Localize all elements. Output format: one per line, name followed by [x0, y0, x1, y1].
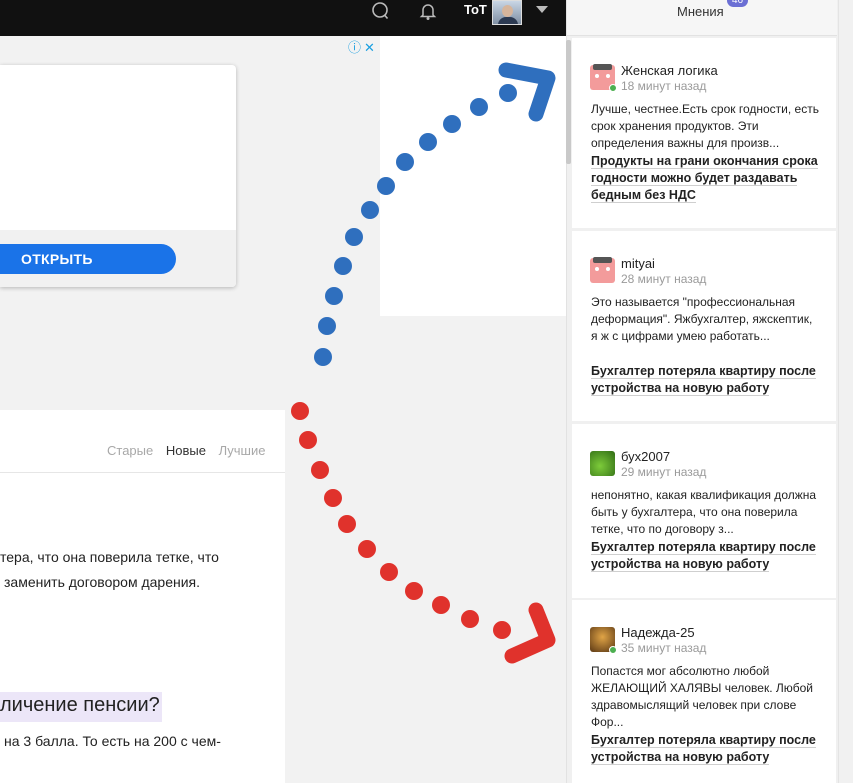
scrollbar-thumb[interactable] [566, 40, 571, 164]
article-link[interactable]: Бухгалтер потеряла квартиру после устрой… [591, 539, 826, 573]
article-link-label[interactable]: Бухгалтер потеряла квартиру после устрой… [591, 364, 816, 396]
red-dotted-arrow [291, 402, 556, 664]
comment-text-line: на 3 балла. То есть на 200 с чем- [4, 733, 221, 749]
author-name[interactable]: Надежда-25 [621, 625, 695, 640]
opinion-card[interactable]: бух2007 29 минут назад непонятно, какая … [572, 424, 836, 598]
bell-icon[interactable] [418, 1, 438, 21]
article-link-label[interactable]: Бухгалтер потеряла квартиру после устрой… [591, 733, 816, 765]
opinion-text[interactable]: Попастся мог абсолютно любой ЖЕЛАЮЩИЙ ХА… [591, 663, 821, 731]
divider [0, 472, 285, 473]
author-name[interactable]: Женская логика [621, 63, 718, 78]
opinion-card[interactable]: mityai 28 минут назад Это называется "пр… [572, 231, 836, 421]
opinion-card[interactable]: Женская логика 18 минут назад Лучше, чес… [572, 38, 836, 228]
avatar[interactable] [590, 451, 615, 476]
comment-text-line: тера, что она поверила тетке, что [0, 549, 219, 565]
opinion-text[interactable]: Это называется "профессиональная деформа… [591, 294, 821, 345]
opinion-card[interactable]: Надежда-25 35 минут назад Попастся мог а… [572, 600, 836, 783]
article-link-label[interactable]: Продукты на грани окончания срока годнос… [591, 154, 818, 203]
comment-text-line: заменить договором дарения. [4, 574, 201, 590]
sidebar-header: Мнения 46 [567, 0, 837, 36]
online-status-icon [609, 646, 617, 654]
ad-card[interactable]: ОТКРЫТЬ [0, 65, 236, 287]
open-button[interactable]: ОТКРЫТЬ [0, 244, 176, 274]
author-name[interactable]: mityai [621, 256, 655, 271]
tab-newest[interactable]: Новые [166, 443, 206, 458]
article-link-label[interactable]: Бухгалтер потеряла квартиру после устрой… [591, 540, 816, 572]
tab-oldest[interactable]: Старые [107, 443, 153, 458]
online-status-icon [609, 84, 617, 92]
sort-tabs: Старые Новые Лучшие [107, 443, 274, 458]
top-bar: ToT [0, 0, 566, 36]
page-scrollbar[interactable] [838, 0, 853, 783]
chat-icon[interactable] [370, 1, 390, 21]
highlighted-heading[interactable]: личение пенсии? [0, 692, 162, 722]
article-link[interactable]: Бухгалтер потеряла квартиру после устрой… [591, 363, 826, 397]
ad-banner [380, 36, 566, 316]
username[interactable]: ToT [464, 2, 487, 17]
user-avatar[interactable] [492, 0, 522, 25]
opinion-text[interactable]: Лучше, честнее.Есть срок годности, есть … [591, 101, 821, 152]
tab-best[interactable]: Лучшие [219, 443, 266, 458]
chevron-down-icon[interactable] [536, 6, 548, 13]
timestamp: 18 минут назад [621, 79, 707, 93]
article-link[interactable]: Бухгалтер потеряла квартиру после устрой… [591, 732, 826, 766]
ad-choices-icon[interactable]: ⓘ✕ [348, 37, 378, 56]
article-link[interactable]: Продукты на грани окончания срока годнос… [591, 153, 826, 204]
opinion-text[interactable]: непонятно, какая квалификация должна быт… [591, 487, 821, 538]
timestamp: 28 минут назад [621, 272, 707, 286]
comments-panel: Старые Новые Лучшие тера, что она повери… [0, 410, 285, 783]
timestamp: 35 минут назад [621, 641, 707, 655]
author-name[interactable]: бух2007 [621, 449, 670, 464]
timestamp: 29 минут назад [621, 465, 707, 479]
sidebar-title[interactable]: Мнения [677, 4, 724, 19]
count-badge: 46 [727, 0, 749, 7]
avatar[interactable] [590, 257, 615, 283]
